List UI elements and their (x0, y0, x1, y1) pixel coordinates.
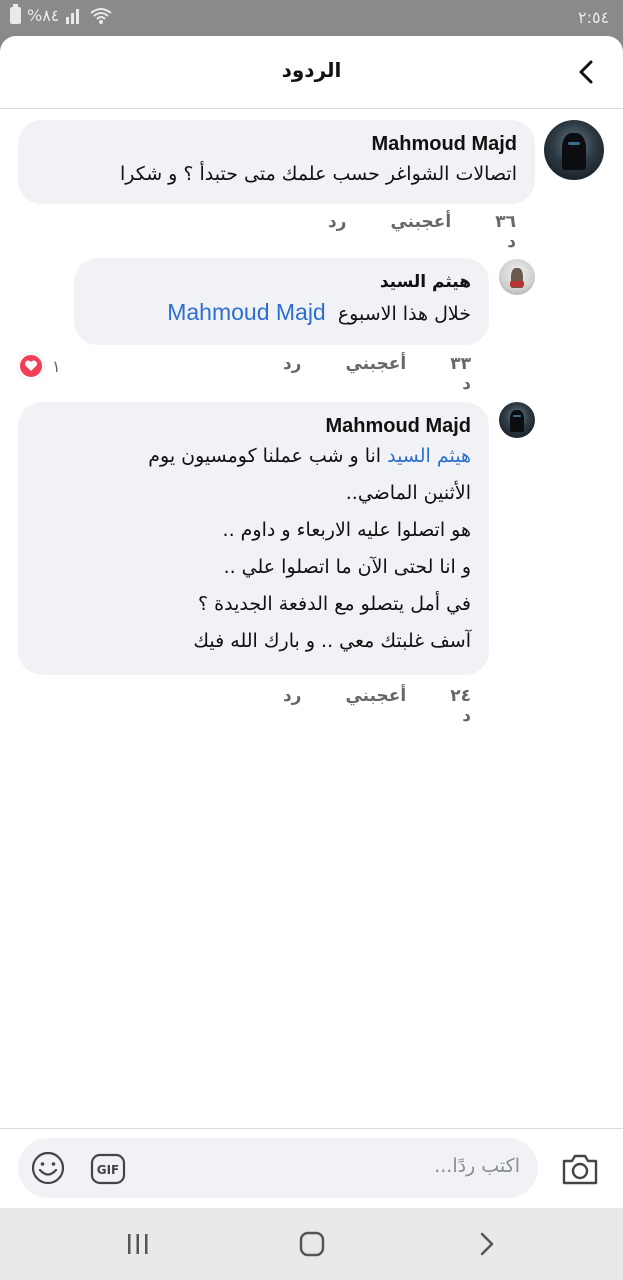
header: الردود (0, 36, 623, 109)
comment-author[interactable]: Mahmoud Majd (36, 414, 471, 438)
camera-icon[interactable] (560, 1151, 600, 1187)
heart-icon (18, 353, 44, 379)
comment-time: ٣٦ د (495, 212, 516, 252)
mention-link[interactable]: Mahmoud Majd (167, 299, 326, 325)
status-bar: %٨٤ ٢:٥٤ (0, 0, 623, 36)
comment-line: هو اتصلوا عليه الاربعاء و داوم .. (222, 519, 471, 541)
battery-level: %٨٤ (27, 6, 60, 25)
comment-text: هيثم السيد انا و شب عملنا كومسيون يوم ال… (36, 438, 471, 660)
comment-line-text: انا و شب عملنا كومسيون يوم (148, 445, 382, 467)
avatar[interactable] (499, 259, 535, 295)
comment: Mahmoud Majd اتصالات الشواغر حسب علمك مت… (0, 118, 623, 252)
avatar[interactable] (544, 120, 604, 180)
reaction-summary[interactable]: ١ (18, 353, 61, 379)
avatar-detail (568, 141, 580, 146)
comment-line: آسف غلبتك معي .. و بارك الله فيك (193, 630, 471, 652)
comment-line: هيثم السيد انا و شب عملنا كومسيون يوم (36, 438, 471, 475)
mention-link[interactable]: هيثم السيد (387, 445, 471, 467)
signal-icon (66, 8, 80, 24)
system-nav-bar (0, 1208, 623, 1280)
avatar-figure (562, 133, 586, 171)
comment-line: الأثنين الماضي.. (345, 482, 471, 504)
comment-text: خلال هذا الاسبوع Mahmoud Majd (92, 294, 471, 333)
comment-time: ٣٣ د (450, 354, 471, 394)
comment-actions: ٣٦ د أعجبني رد (328, 212, 516, 252)
like-button[interactable]: أعجبني (345, 686, 406, 726)
reply-button[interactable]: رد (328, 212, 347, 252)
battery-icon (10, 4, 21, 24)
comment-line: في أمل يتصلو مع الدفعة الجديدة ؟ (198, 593, 471, 615)
page-title: الردود (281, 58, 342, 82)
reply-placeholder: اكتب ردًا... (434, 1155, 520, 1177)
like-button[interactable]: أعجبني (390, 212, 451, 252)
comment-bubble[interactable]: Mahmoud Majd هيثم السيد انا و شب عملنا ك… (18, 402, 489, 675)
svg-text:GIF: GIF (97, 1163, 120, 1177)
back-icon[interactable] (470, 1228, 502, 1260)
status-icons: %٨٤ (10, 4, 113, 25)
home-icon[interactable] (296, 1228, 328, 1260)
comment-text: اتصالات الشواغر حسب علمك متى حتبدأ ؟ و ش… (119, 163, 517, 185)
comment-line: و انا لحتى الآن ما اتصلوا علي .. (223, 556, 471, 578)
emoji-icon[interactable] (30, 1150, 66, 1186)
comment-time: ٢٤ د (450, 686, 471, 726)
comment-author[interactable]: هيثم السيد (92, 270, 471, 294)
like-button[interactable]: أعجبني (345, 354, 406, 394)
reply-button[interactable]: رد (283, 354, 302, 394)
comment-bubble[interactable]: Mahmoud Majd اتصالات الشواغر حسب علمك مت… (18, 120, 535, 204)
wifi-icon (90, 7, 113, 24)
chevron-left-icon[interactable] (571, 56, 603, 88)
gif-icon[interactable]: GIF (90, 1151, 126, 1187)
recent-apps-icon[interactable] (122, 1228, 154, 1260)
comment-actions: ٢٤ د أعجبني رد (283, 686, 471, 726)
avatar-detail (509, 281, 525, 288)
avatar-detail (513, 414, 521, 418)
status-time: ٢:٥٤ (578, 8, 610, 27)
avatar-figure (509, 409, 525, 433)
reply-composer: GIF اكتب ردًا... (0, 1128, 623, 1208)
comment: Mahmoud Majd هيثم السيد انا و شب عملنا ك… (0, 402, 623, 726)
reply-button[interactable]: رد (283, 686, 302, 726)
comment-bubble[interactable]: هيثم السيد خلال هذا الاسبوع Mahmoud Majd (74, 258, 489, 345)
comment-author[interactable]: Mahmoud Majd (36, 132, 517, 156)
avatar[interactable] (499, 402, 535, 438)
comment-actions: ٣٣ د أعجبني رد (283, 354, 471, 394)
reply-input[interactable]: GIF اكتب ردًا... (18, 1138, 538, 1198)
comment-text-body: خلال هذا الاسبوع (337, 303, 471, 325)
reaction-count: ١ (52, 356, 61, 376)
replies-sheet: الردود Mahmoud Majd اتصالات الشواغر حسب … (0, 36, 623, 1208)
comment: هيثم السيد خلال هذا الاسبوع Mahmoud Majd… (0, 258, 623, 394)
